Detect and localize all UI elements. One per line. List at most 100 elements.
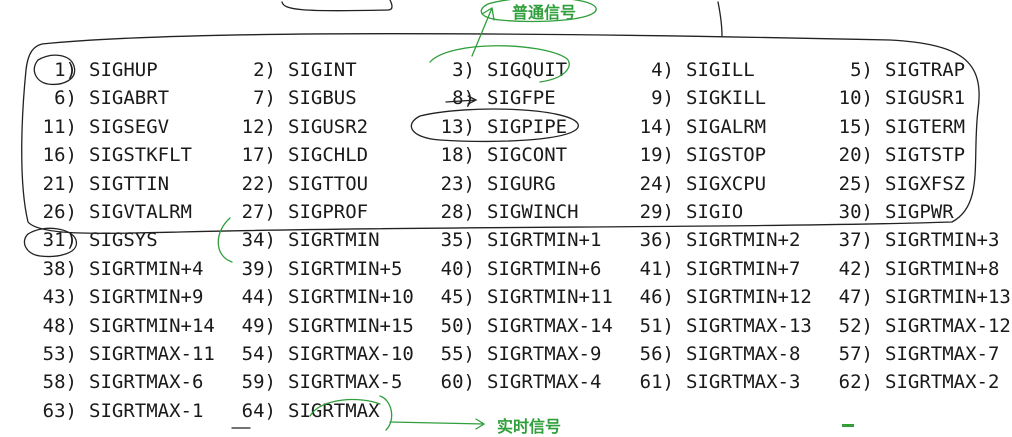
signal-entry: 27) SIGPROF	[225, 198, 368, 226]
signal-name: SIGRTMAX-6	[89, 371, 204, 394]
signal-entry: 50) SIGRTMAX-14	[424, 312, 613, 340]
signal-number: 24)	[639, 172, 674, 195]
signal-entry: 17) SIGCHLD	[225, 141, 368, 169]
signal-name: SIGTTIN	[89, 172, 170, 195]
signal-number: 49)	[241, 314, 276, 337]
signal-number: 9)	[651, 87, 674, 110]
signal-entry: 36) SIGRTMIN+2	[623, 226, 801, 254]
signal-number: 50)	[440, 314, 475, 337]
signal-number: 17)	[241, 144, 276, 167]
signal-number: 60)	[440, 371, 475, 394]
top-line-right	[717, 1, 723, 37]
signal-name: SIGRTMIN+13	[885, 286, 1011, 309]
signal-name: SIGFPE	[487, 87, 556, 110]
signal-number: 46)	[639, 286, 674, 309]
signal-name: SIGRTMIN+14	[89, 314, 215, 337]
signal-name: SIGRTMIN+9	[89, 286, 204, 309]
signal-entry: 31) SIGSYS	[26, 226, 158, 254]
signal-name: SIGHUP	[89, 59, 158, 81]
signal-entry: 61) SIGRTMAX-3	[623, 368, 801, 396]
signal-name: SIGSTOP	[686, 144, 767, 167]
signal-name: SIGUSR2	[288, 115, 369, 138]
signal-name: SIGSYS	[89, 229, 158, 252]
signal-entry: 13) SIGPIPE	[424, 113, 567, 141]
signal-entry: 30) SIGPWR	[822, 198, 954, 226]
green-dash-mark	[842, 424, 854, 427]
signal-name: SIGRTMAX-11	[89, 342, 215, 365]
signal-entry: 2) SIGINT	[225, 56, 357, 84]
signal-number: 21)	[42, 172, 77, 195]
signal-name: SIGRTMIN+5	[288, 257, 403, 280]
signal-name: SIGILL	[686, 59, 755, 81]
signal-number: 55)	[440, 342, 475, 365]
signal-entry: 59) SIGRTMAX-5	[225, 368, 403, 396]
signal-number: 3)	[452, 59, 475, 81]
signal-entry: 63) SIGRTMAX-1	[26, 397, 204, 425]
normal-label-arrow	[471, 6, 495, 57]
signal-entry: 37) SIGRTMIN+3	[822, 226, 1000, 254]
signal-name: SIGRTMAX-8	[686, 342, 801, 365]
signal-entry: 34) SIGRTMIN	[225, 226, 380, 254]
signal-number: 8)	[452, 87, 475, 110]
signal-name: SIGRTMAX-4	[487, 371, 602, 394]
signal-name: SIGCONT	[487, 144, 568, 167]
signal-name: SIGRTMAX-3	[686, 371, 801, 394]
signal-name: SIGRTMAX-10	[288, 342, 414, 365]
signal-name: SIGXFSZ	[885, 172, 966, 195]
signal-entry: 10) SIGUSR1	[822, 84, 965, 112]
signal-entry: 46) SIGRTMIN+12	[623, 283, 812, 311]
signal-number: 19)	[639, 144, 674, 167]
signal-number: 14)	[639, 115, 674, 138]
signal-entry: 16) SIGSTKFLT	[26, 141, 192, 169]
signal-entry: 57) SIGRTMAX-7	[822, 340, 1000, 368]
signal-name: SIGRTMIN+7	[686, 257, 801, 280]
signal-number: 15)	[838, 115, 873, 138]
signal-entry: 24) SIGXCPU	[623, 170, 766, 198]
signal-name: SIGRTMIN+6	[487, 257, 602, 280]
signal-entry: 44) SIGRTMIN+10	[225, 283, 414, 311]
signal-entry: 41) SIGRTMIN+7	[623, 255, 801, 283]
signal-entry: 45) SIGRTMIN+11	[424, 283, 613, 311]
signal-number: 30)	[838, 200, 873, 223]
signal-number: 1)	[54, 59, 77, 81]
signal-entry: 38) SIGRTMIN+4	[26, 255, 204, 283]
signal-number: 34)	[241, 229, 276, 252]
signal-name: SIGKILL	[686, 87, 767, 110]
signal-entry: 28) SIGWINCH	[424, 198, 579, 226]
signal-entry: 43) SIGRTMIN+9	[26, 283, 204, 311]
signal-number: 47)	[838, 286, 873, 309]
signal-name: SIGTSTP	[885, 144, 966, 167]
signal-name: SIGRTMAX-13	[686, 314, 812, 337]
signal-name: SIGALRM	[686, 115, 767, 138]
signal-number: 58)	[42, 371, 77, 394]
signal-name: SIGRTMAX	[288, 399, 380, 422]
signal-number: 26)	[42, 200, 77, 223]
signal-name: SIGVTALRM	[89, 200, 192, 223]
signal-entry: 55) SIGRTMAX-9	[424, 340, 602, 368]
signal-number: 44)	[241, 286, 276, 309]
signal-name: SIGPWR	[885, 200, 954, 223]
signal-name: SIGRTMIN+15	[288, 314, 414, 337]
signal-name: SIGRTMIN+10	[288, 286, 414, 309]
signal-number: 53)	[42, 342, 77, 365]
signal-entry: 6) SIGABRT	[26, 84, 169, 112]
signal-name: SIGABRT	[89, 87, 170, 110]
signal-name: SIGBUS	[288, 87, 357, 110]
signal-number: 6)	[54, 87, 77, 110]
signal-entry: 49) SIGRTMIN+15	[225, 312, 414, 340]
signal-entry: 4) SIGILL	[623, 56, 755, 84]
signal-number: 36)	[639, 229, 674, 252]
signal-entry: 19) SIGSTOP	[623, 141, 766, 169]
signal-number: 54)	[241, 342, 276, 365]
signal-entry: 25) SIGXFSZ	[822, 170, 965, 198]
signal-entry: 54) SIGRTMAX-10	[225, 340, 414, 368]
signal-number: 31)	[42, 229, 77, 252]
signal-number: 2)	[253, 59, 276, 81]
signal-number: 40)	[440, 257, 475, 280]
signal-entry: 40) SIGRTMIN+6	[424, 255, 602, 283]
signal-number: 23)	[440, 172, 475, 195]
signal-entry: 23) SIGURG	[424, 170, 556, 198]
signal-name: SIGTTOU	[288, 172, 369, 195]
signal-name: SIGRTMIN+1	[487, 229, 602, 252]
signal-entry: 62) SIGRTMAX-2	[822, 368, 1000, 396]
